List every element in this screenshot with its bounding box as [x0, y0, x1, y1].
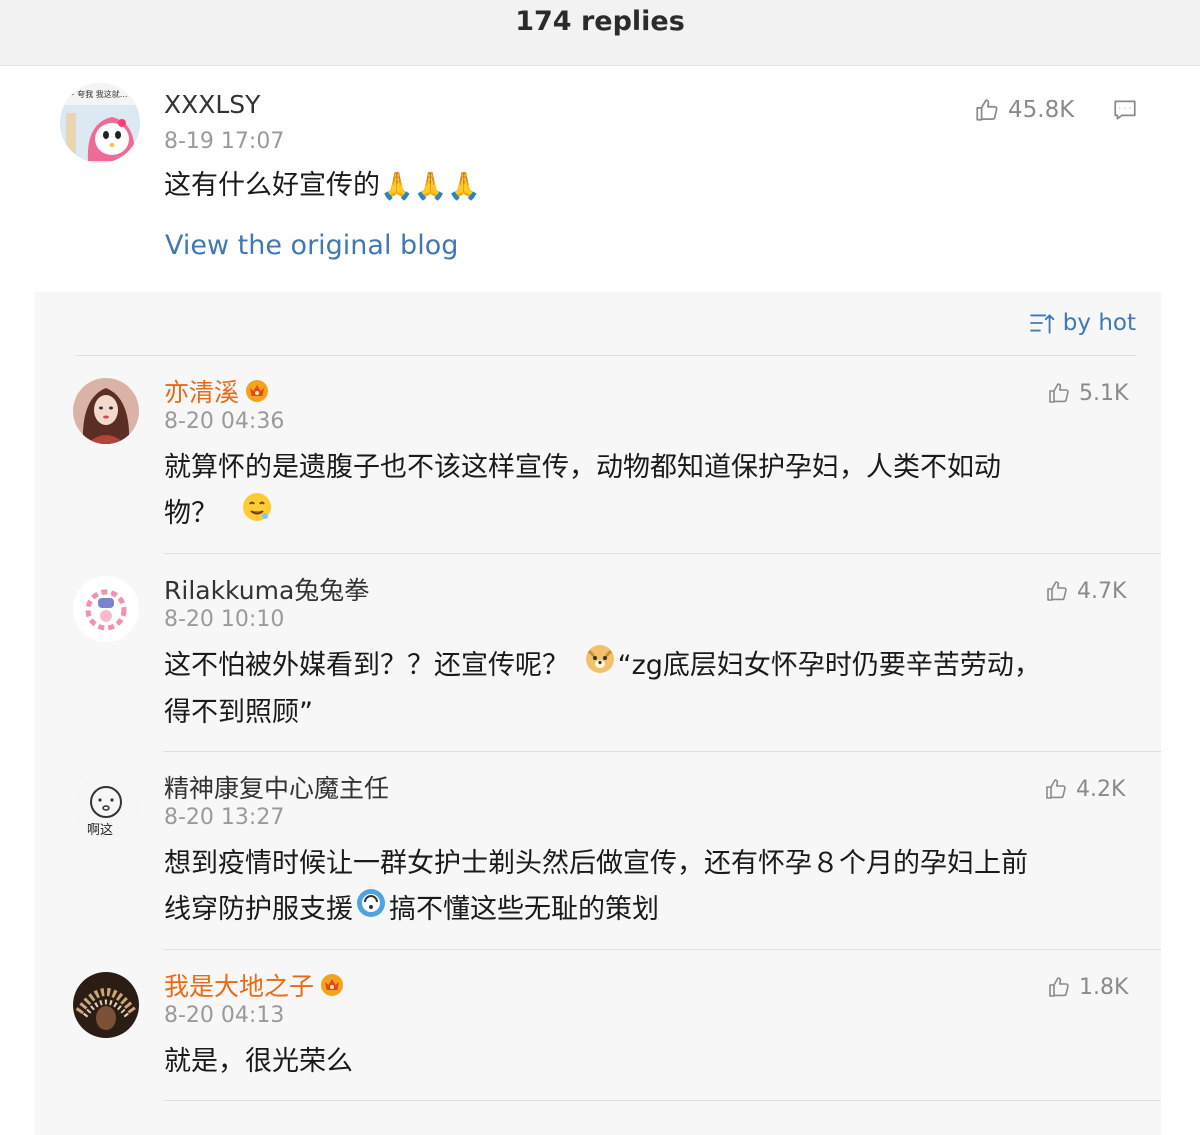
drooling-face-emoji-icon	[241, 491, 273, 538]
reply-content: 想到疫情时候让一群女护士剃头然后做宣传，还有怀孕８个月的孕妇上前 线穿防护服支援…	[164, 841, 1144, 934]
reply-line: 就算怀的是遗腹子也不该这样宣传，动物都知道保护孕妇，人类不如动	[164, 452, 1001, 483]
reply-time: 8-20 04:13	[164, 1003, 285, 1028]
sort-label: by hot	[1062, 310, 1136, 336]
replies-header: 174 replies	[0, 0, 1200, 66]
sort-by-hot-button[interactable]: by hot	[1029, 310, 1136, 336]
reply-username-text: 我是大地之子	[164, 972, 315, 1001]
sort-icon	[1030, 314, 1055, 334]
user-avatar[interactable]: 啊这	[73, 774, 139, 840]
reply-line: 物？	[164, 498, 218, 529]
like-count: 5.1K	[1079, 380, 1129, 406]
reply-content: 这不怕被外媒看到？？还宣传呢？ “zg底层妇女怀孕时仍要辛苦劳动， 得不到照顾”	[164, 643, 1124, 736]
reply-item: 我是大地之子 8-20 04:13 1.8K 就是，很光荣么	[35, 950, 1161, 1100]
like-count: 45.8K	[1008, 97, 1075, 123]
thumbs-up-icon	[1049, 977, 1069, 997]
reply-line: 这不怕被外媒看到？？还宣传呢？	[164, 650, 569, 681]
reply-item: 啊这 精神康复中心魔主任 8-20 13:27 4.2K 想到疫情时候让一群女护…	[35, 752, 1161, 949]
user-avatar[interactable]	[73, 576, 139, 642]
reply-time: 8-20 13:27	[164, 805, 285, 830]
view-original-blog-link[interactable]: View the original blog	[165, 230, 458, 261]
thumbs-up-icon	[976, 99, 998, 121]
comment-time: 8-19 17:07	[164, 129, 285, 154]
vip-crown-icon	[320, 973, 344, 1003]
reply-username[interactable]: 我是大地之子	[164, 967, 344, 1003]
comment-content: 这有什么好宣传的🙏🙏🙏	[164, 163, 481, 210]
like-button[interactable]: 45.8K	[974, 95, 1074, 125]
like-button[interactable]: 5.1K	[1047, 378, 1128, 408]
page-title: 174 replies	[515, 6, 685, 37]
user-avatar[interactable]	[73, 378, 139, 444]
reply-content: 就是，很光荣么	[164, 1039, 1114, 1085]
comment-icon	[1114, 100, 1136, 120]
reply-username[interactable]: 精神康复中心魔主任	[164, 769, 389, 805]
reply-username[interactable]: 亦清溪	[164, 373, 269, 409]
user-avatar[interactable]	[73, 972, 139, 1038]
reply-username[interactable]: Rilakkuma兔兔拳	[164, 571, 369, 607]
reply-line: 想到疫情时候让一群女护士剃头然后做宣传，还有怀孕８个月的孕妇上前	[164, 848, 1028, 879]
thumbs-up-icon	[1049, 383, 1069, 403]
reply-item: 亦清溪 8-20 04:36 5.1K 就算怀的是遗腹子也不该这样宣传，动物都知…	[35, 356, 1161, 553]
like-button[interactable]: 1.8K	[1047, 972, 1128, 1002]
replies-panel: by hot 亦清溪 8-20 04:36 5.1K 就算怀的是遗腹子也不该这样…	[35, 292, 1161, 1135]
like-count: 1.8K	[1079, 974, 1129, 1000]
reply-comment-button[interactable]	[1112, 97, 1138, 127]
reply-line: 线穿防护服支援	[164, 894, 353, 925]
reply-line: “zg底层妇女怀孕时仍要辛苦劳动，	[617, 650, 1041, 681]
main-comment: ~ 夸我 我这就... XXXLSY 8-19 17:07 这有什么好宣传的🙏🙏…	[0, 66, 1200, 292]
spinning-face-emoji-icon	[355, 887, 387, 934]
vip-crown-icon	[245, 379, 269, 409]
doge-emoji-icon	[584, 643, 616, 690]
reply-item: Rilakkuma兔兔拳 8-20 10:10 4.7K 这不怕被外媒看到？？还…	[35, 554, 1161, 751]
like-button[interactable]: 4.2K	[1044, 774, 1125, 804]
divider	[163, 1100, 1161, 1101]
reply-time: 8-20 04:36	[164, 409, 285, 434]
reply-line: 就是，很光荣么	[164, 1046, 353, 1077]
svg-text:~ 夸我 我这就...: ~ 夸我 我这就...	[68, 89, 127, 99]
thumbs-up-icon	[1047, 581, 1067, 601]
pray-emoji-icon: 🙏🙏🙏	[380, 170, 481, 202]
like-count: 4.7K	[1077, 578, 1127, 604]
comment-text: 这有什么好宣传的	[164, 170, 380, 201]
reply-line: 搞不懂这些无耻的策划	[389, 894, 659, 925]
like-button[interactable]: 4.7K	[1045, 576, 1126, 606]
reply-username-text: 亦清溪	[164, 378, 240, 407]
like-count: 4.2K	[1076, 776, 1126, 802]
avatar-caption: 啊这	[87, 822, 113, 838]
thumbs-up-icon	[1046, 779, 1066, 799]
cartoon-avatar-icon[interactable]: ~ 夸我 我这就...	[60, 83, 140, 163]
reply-line: 得不到照顾”	[164, 697, 313, 728]
reply-content: 就算怀的是遗腹子也不该这样宣传，动物都知道保护孕妇，人类不如动 物？	[164, 445, 1114, 538]
reply-time: 8-20 10:10	[164, 607, 285, 632]
comment-username[interactable]: XXXLSY	[164, 90, 260, 119]
